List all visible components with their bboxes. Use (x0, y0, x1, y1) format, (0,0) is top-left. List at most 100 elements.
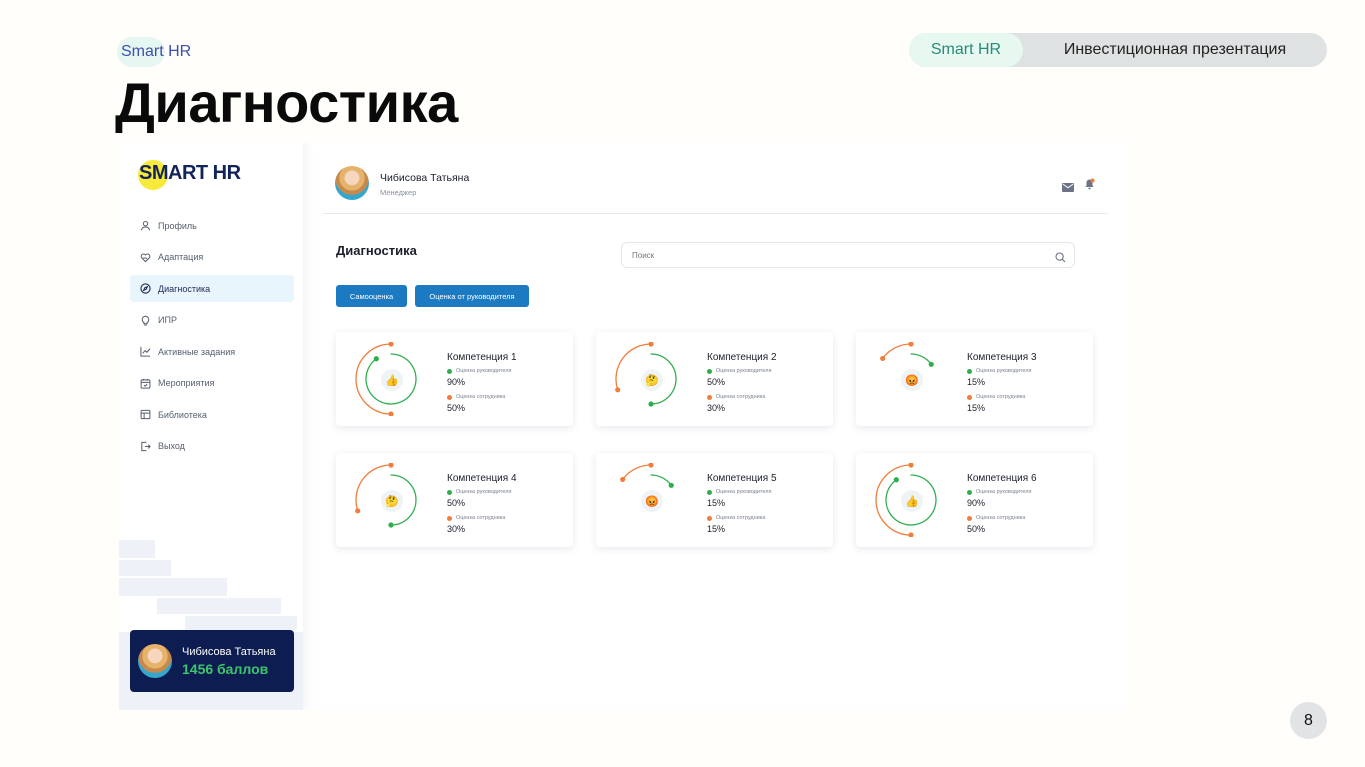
employee-ring-dot (355, 508, 361, 514)
manager-score-label-text: Оценка руководителя (456, 489, 512, 495)
search-input[interactable] (632, 250, 1032, 260)
employee-legend-dot (967, 515, 972, 521)
competency-card[interactable]: 👍 Компетенция 1 Оценка руководителя 90% Оцен… (336, 332, 573, 426)
employee-ring-dot (620, 476, 626, 483)
employee-score-label-text: Оценка сотрудника (976, 394, 1026, 400)
manager-score-label-text: Оценка руководителя (976, 368, 1032, 374)
manager-ring-dot (928, 361, 934, 367)
sidebar-item-label: Библиотека (158, 409, 207, 420)
employee-ring-dot (880, 355, 886, 362)
thumbs-up-icon: 👍 (381, 369, 403, 391)
employee-ring-start-dot (388, 463, 394, 468)
search-icon[interactable] (1055, 250, 1066, 268)
sidebar-item-profile[interactable]: Профиль (130, 212, 294, 239)
smart-hr-logo[interactable]: SM ART HR (138, 160, 241, 190)
sidebar-item-label: Диагностика (158, 283, 211, 294)
competency-card[interactable]: 👍 Компетенция 6 Оценка руководителя 90% Оцен… (856, 453, 1093, 547)
manager-score-label-text: Оценка руководителя (716, 489, 772, 495)
lightbulb-icon (140, 315, 151, 326)
main-content: Чибисова Татьяна Менеджер Диагностика Са… (303, 142, 1127, 710)
employee-ring-start-dot (648, 342, 654, 347)
manager-ring (650, 474, 672, 486)
sidebar-item-label: Активные задания (158, 346, 236, 357)
manager-score-value: 50% (707, 377, 726, 387)
competency-card[interactable]: 🤔 Компетенция 4 Оценка руководителя 50% Оцен… (336, 453, 573, 547)
page-number: 8 (1290, 702, 1327, 739)
competency-card[interactable]: 🤔 Компетенция 2 Оценка руководителя 50% Оцен… (596, 332, 833, 426)
manager-score-label: Оценка руководителя (447, 368, 511, 374)
manager-score-value: 50% (447, 498, 466, 508)
logout-icon (140, 441, 151, 452)
manager-assessment-button[interactable]: Оценка от руководителя (415, 285, 529, 307)
logo-text-sm: SM (139, 162, 169, 184)
thinking-face-icon: 🤔 (641, 369, 663, 391)
employee-ring-dot (908, 532, 914, 537)
slide-title: Диагностика (115, 71, 458, 134)
chart-line-icon (140, 346, 151, 357)
manager-score-value: 15% (707, 498, 726, 508)
sidebar-item-diagnostics[interactable]: Диагностика (130, 275, 294, 302)
employee-legend-dot (707, 515, 712, 521)
manager-ring-dot (388, 522, 394, 528)
competency-title: Компетенция 2 (707, 352, 777, 363)
sidebar-item-label: Выход (158, 441, 185, 451)
presentation-pill: Smart HR Инвестиционная презентация (909, 33, 1327, 67)
sidebar-item-label: ИПР (158, 315, 177, 325)
employee-ring-start-dot (648, 463, 654, 468)
employee-score-label: Оценка сотрудника (967, 515, 1025, 521)
employee-score-label-text: Оценка сотрудника (976, 515, 1026, 521)
manager-legend-dot (447, 489, 452, 495)
mail-icon[interactable] (1062, 179, 1074, 197)
manager-ring-dot (893, 477, 899, 483)
employee-legend-dot (967, 394, 972, 400)
employee-score-label: Оценка сотрудника (967, 394, 1025, 400)
pill-brand: Smart HR (909, 33, 1023, 67)
competency-title: Компетенция 5 (707, 473, 777, 484)
header-user-role: Менеджер (380, 188, 417, 197)
search-box[interactable] (621, 242, 1075, 268)
manager-score-value: 90% (967, 498, 986, 508)
manager-legend-dot (707, 489, 712, 495)
header-user-name: Чибисова Татьяна (380, 172, 470, 184)
bell-icon[interactable] (1084, 177, 1095, 195)
user-icon (140, 220, 151, 231)
manager-ring-dot (648, 401, 654, 407)
sidebar-item-logout[interactable]: Выход (130, 433, 294, 460)
manager-score-label: Оценка руководителя (967, 368, 1031, 374)
header-avatar[interactable] (335, 166, 369, 200)
competency-card[interactable]: 😡 Компетенция 5 Оценка руководителя 15% Оцен… (596, 453, 833, 547)
employee-score-label-text: Оценка сотрудника (456, 394, 506, 400)
thinking-face-icon: 🤔 (381, 490, 403, 512)
manager-score-label: Оценка руководителя (707, 489, 771, 495)
manager-score-label-text: Оценка руководителя (976, 489, 1032, 495)
sidebar-item-events[interactable]: Мероприятия (130, 370, 294, 397)
user-points-card[interactable]: Чибисова Татьяна 1456 баллов (130, 630, 294, 692)
employee-ring-dot (388, 411, 394, 416)
avatar (138, 644, 172, 678)
manager-score-label-text: Оценка руководителя (716, 368, 772, 374)
manager-ring-dot (668, 482, 674, 488)
competency-card[interactable]: 😡 Компетенция 3 Оценка руководителя 15% Оцен… (856, 332, 1093, 426)
employee-score-value: 30% (447, 524, 466, 534)
manager-score-label-text: Оценка руководителя (456, 368, 512, 374)
manager-score-label: Оценка руководителя (967, 489, 1031, 495)
sidebar-item-label: Адаптация (158, 252, 204, 262)
employee-score-label: Оценка сотрудника (707, 515, 765, 521)
employee-score-value: 30% (707, 403, 726, 413)
sidebar-item-idp[interactable]: ИПР (130, 307, 294, 334)
employee-legend-dot (447, 394, 452, 400)
top-bar: Чибисова Татьяна Менеджер (323, 142, 1108, 214)
angry-face-icon: 😡 (901, 369, 923, 391)
self-assessment-button[interactable]: Самооценка (336, 285, 407, 307)
sidebar-item-active-tasks[interactable]: Активные задания (130, 338, 294, 365)
employee-score-label: Оценка сотрудника (707, 394, 765, 400)
user-card-points: 1456 баллов (182, 660, 269, 677)
page-title: Диагностика (336, 243, 417, 258)
sidebar-item-library[interactable]: Библиотека (130, 401, 294, 428)
competency-title: Компетенция 6 (967, 473, 1037, 484)
employee-score-label-text: Оценка сотрудника (716, 394, 766, 400)
sidebar-item-adaptation[interactable]: Адаптация (130, 244, 294, 271)
employee-score-value: 15% (967, 403, 986, 413)
sidebar-menu: Профиль Адаптация Диагностика ИПР Активн… (130, 212, 294, 464)
employee-score-label-text: Оценка сотрудника (456, 515, 506, 521)
